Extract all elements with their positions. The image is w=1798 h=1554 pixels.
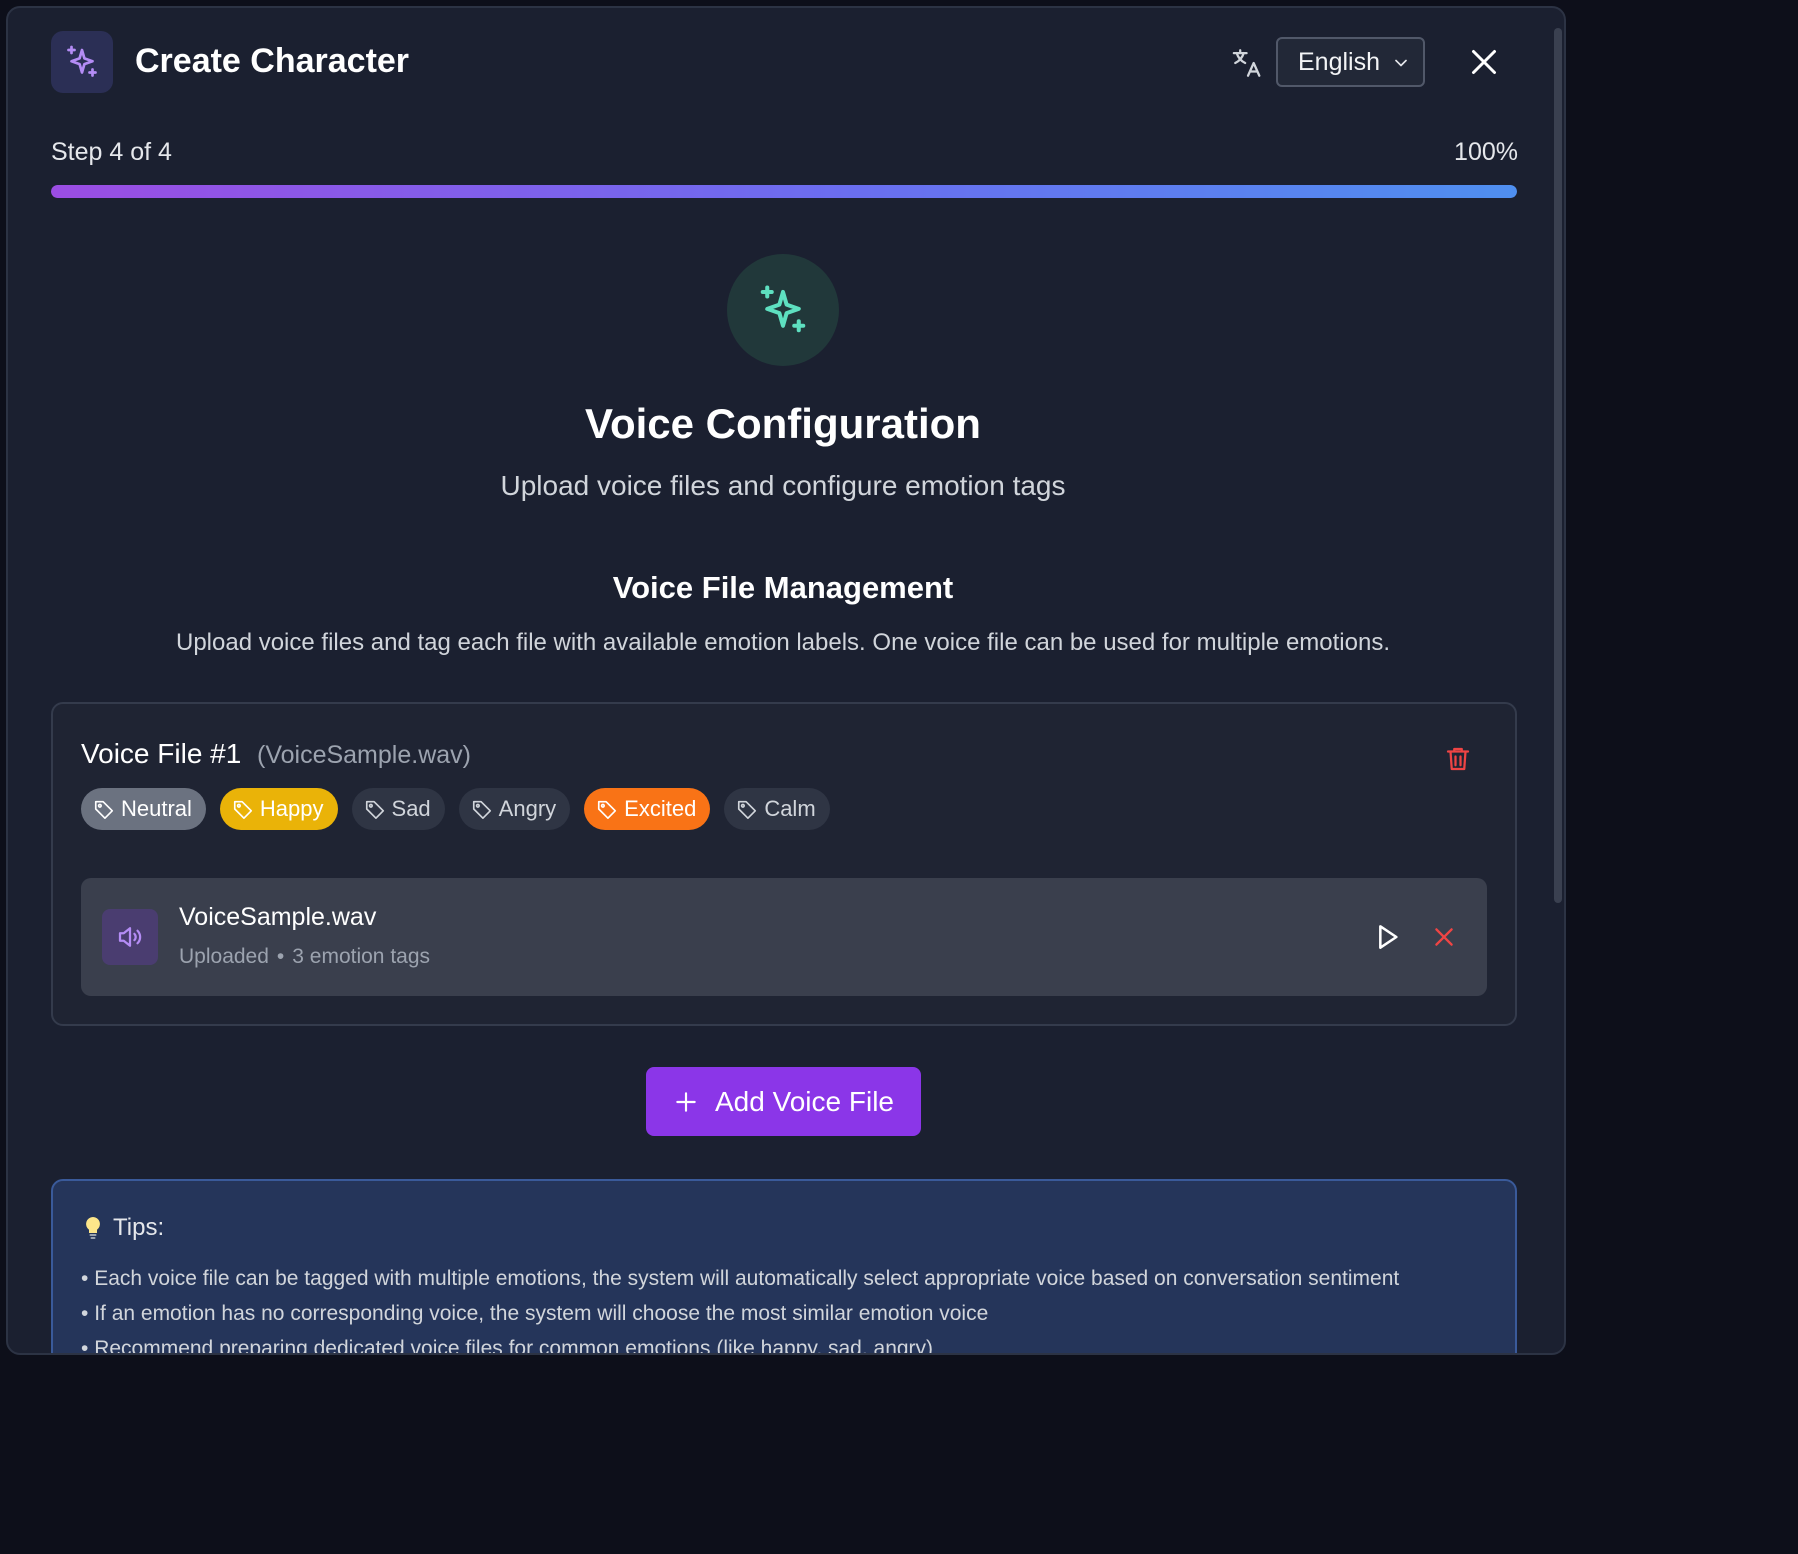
step-label: Step 4 of 4 — [51, 138, 172, 166]
close-icon[interactable] — [1466, 44, 1502, 80]
sparkles-icon — [727, 254, 839, 366]
tag-icon — [233, 800, 252, 819]
emotion-tags: Neutral Happy Sad Angry Excited Calm — [81, 788, 830, 830]
tag-icon — [365, 800, 384, 819]
tag-icon — [94, 800, 114, 819]
progress-percent: 100% — [1454, 138, 1518, 166]
tag-angry[interactable]: Angry — [458, 788, 571, 830]
add-voice-file-label: Add Voice File — [715, 1085, 894, 1117]
voice-file-card: Voice File #1 (VoiceSample.wav) Neutral … — [51, 702, 1517, 1026]
trash-icon[interactable] — [1443, 744, 1473, 774]
tips-title-label: Tips: — [113, 1214, 165, 1241]
chevron-down-icon — [1395, 59, 1407, 67]
translate-icon[interactable] — [1231, 46, 1265, 80]
tag-sad[interactable]: Sad — [351, 788, 445, 830]
tag-icon — [598, 800, 617, 819]
tag-happy[interactable]: Happy — [219, 788, 338, 830]
tips-title: Tips: — [81, 1214, 164, 1242]
section-title: Voice Configuration — [585, 400, 981, 447]
tag-icon — [472, 800, 491, 819]
speaker-icon — [102, 909, 158, 965]
tips-list: Each voice file can be tagged with multi… — [81, 1261, 1399, 1353]
voice-file-title: Voice File #1 — [81, 738, 242, 769]
tag-neutral[interactable]: Neutral — [81, 788, 206, 830]
scrollbar[interactable] — [1554, 28, 1562, 903]
progress-bar-fill — [51, 185, 1517, 198]
section-subtitle: Upload voice files and configure emotion… — [500, 470, 1066, 501]
page-title: Create Character — [135, 42, 410, 80]
tag-label: Excited — [624, 796, 697, 821]
tip-item: Each voice file can be tagged with multi… — [81, 1261, 1399, 1296]
tag-label: Angry — [498, 796, 557, 821]
voice-management-title: Voice File Management — [612, 570, 954, 605]
tag-label: Sad — [391, 796, 431, 821]
voice-file-filename: (VoiceSample.wav) — [257, 741, 471, 769]
meta-separator: • — [276, 945, 285, 968]
lightbulb-icon — [86, 1217, 100, 1239]
emotion-tag-count: 3 emotion tags — [292, 945, 431, 968]
tip-item: Recommend preparing dedicated voice file… — [81, 1331, 1399, 1353]
tag-icon — [738, 800, 757, 819]
tag-label: Happy — [259, 796, 324, 821]
uploaded-file-meta: Uploaded • 3 emotion tags — [179, 945, 430, 969]
sparkles-icon — [51, 31, 113, 93]
uploaded-file-name: VoiceSample.wav — [179, 903, 377, 931]
tag-label: Neutral — [121, 796, 192, 821]
progress-bar — [51, 185, 1517, 198]
tag-calm[interactable]: Calm — [724, 788, 830, 830]
language-select[interactable]: English — [1276, 37, 1425, 87]
plus-icon — [676, 1091, 696, 1112]
tips-panel: Tips: Each voice file can be tagged with… — [51, 1179, 1517, 1353]
tag-label: Calm — [764, 796, 816, 821]
language-select-value: English — [1298, 47, 1380, 76]
voice-management-description: Upload voice files and tag each file wit… — [175, 629, 1390, 656]
tip-item: If an emotion has no corresponding voice… — [81, 1296, 1399, 1331]
tag-excited[interactable]: Excited — [584, 788, 711, 830]
remove-file-icon[interactable] — [1431, 924, 1457, 950]
add-voice-file-button[interactable]: Add Voice File — [646, 1067, 921, 1136]
create-character-modal: Create Character English Step 4 of 4 100… — [6, 6, 1566, 1355]
uploaded-file-row: VoiceSample.wav Uploaded • 3 emotion tag… — [81, 878, 1487, 996]
play-icon[interactable] — [1371, 921, 1403, 953]
upload-status: Uploaded — [179, 945, 269, 968]
